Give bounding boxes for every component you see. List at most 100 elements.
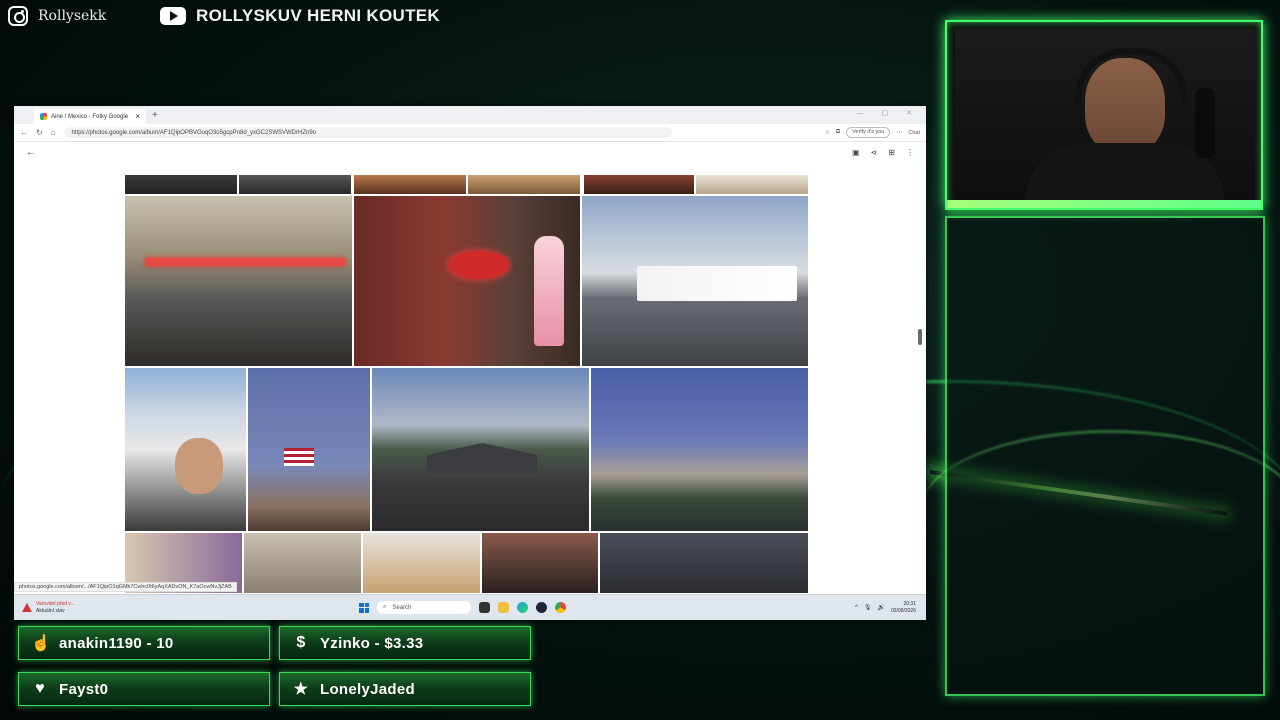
chat-button[interactable]: Chat xyxy=(908,130,920,136)
clock-date: 02/08/2026 xyxy=(890,607,916,614)
dollar-icon: $ xyxy=(296,634,306,651)
alert-text: Fayst0 xyxy=(59,680,109,698)
webcam-video xyxy=(955,28,1255,200)
menu-dots-icon[interactable]: ⋯ xyxy=(896,129,902,136)
reload-icon[interactable]: ↻ xyxy=(36,128,43,137)
browser-window: Aine / Mexico - Fotky Google × + — ▢ ✕ ←… xyxy=(14,106,926,620)
photo-thumb[interactable] xyxy=(363,533,480,593)
photo-thumb[interactable] xyxy=(482,533,598,593)
photo-thumb[interactable] xyxy=(600,533,808,593)
instagram-handle: Rollysekk xyxy=(38,8,107,24)
neon-sign xyxy=(145,258,345,266)
scrollbar-thumb[interactable] xyxy=(918,329,922,345)
alert-text: anakin1190 - 10 xyxy=(59,634,174,652)
file-explorer-icon[interactable] xyxy=(498,602,509,613)
warning-icon xyxy=(22,603,32,612)
search-placeholder: Search xyxy=(392,604,412,611)
taskbar-apps: ⌕ Search xyxy=(359,601,566,614)
star-icon: ★ xyxy=(293,681,309,698)
webcam-bottom-bar xyxy=(947,200,1261,208)
close-tab-icon[interactable]: × xyxy=(135,112,140,121)
photos-toolbar-actions: ▣ ⋖ ⊞ ⋮ xyxy=(852,148,914,157)
instagram-icon xyxy=(8,6,28,26)
alert-badge-top-bits: ☝ anakin1190 - 10 xyxy=(18,626,270,660)
windows-start-icon[interactable] xyxy=(359,602,369,613)
clock-time: 20:31 xyxy=(903,600,916,607)
home-icon[interactable]: ⌂ xyxy=(51,128,56,137)
alert-text: Yzinko - $3.33 xyxy=(320,634,424,652)
photo-thumb[interactable] xyxy=(244,533,361,593)
photo-thumb-diner-counter[interactable] xyxy=(125,196,352,366)
google-photos-icon xyxy=(40,113,47,120)
taskbar-search[interactable]: ⌕ Search xyxy=(377,601,471,614)
search-icon: ⌕ xyxy=(383,604,387,610)
volume-icon[interactable]: 🔊 xyxy=(877,604,884,611)
alert-text: LonelyJaded xyxy=(320,680,415,698)
status-link: photos.google.com/album/.../AF1QipO1qGMk… xyxy=(14,582,237,592)
warning-title: Varování před v... xyxy=(36,600,75,607)
address-bar-row: ← ↻ ⌂ https://photos.google.com/album/AF… xyxy=(14,124,926,142)
photo-thumb-diner-sign[interactable] xyxy=(354,196,580,366)
youtube-icon xyxy=(160,7,186,25)
microphone xyxy=(1195,88,1215,158)
window-controls[interactable]: — ▢ ✕ xyxy=(857,109,920,117)
milkshake-art xyxy=(534,236,564,346)
tab-title: Aine / Mexico - Fotky Google xyxy=(51,113,129,120)
back-icon[interactable]: ← xyxy=(26,147,36,158)
photo-thumb-selfie[interactable] xyxy=(125,368,246,531)
neon-oval xyxy=(449,251,509,279)
warning-text: Varování před v... Aktuální stav xyxy=(36,601,75,615)
scrollbar[interactable] xyxy=(918,171,922,591)
photo-thumb[interactable] xyxy=(354,175,466,194)
photo-thumb[interactable] xyxy=(584,175,694,194)
edge-icon[interactable] xyxy=(517,602,528,613)
alert-badge-latest-sub: ★ LonelyJaded xyxy=(279,672,531,706)
windows-taskbar: Varování před v... Aktuální stav ⌕ Searc… xyxy=(14,594,926,620)
verify-button[interactable]: Verify it's you xyxy=(846,127,891,138)
photo-thumb[interactable] xyxy=(468,175,580,194)
photo-thumb-trucks[interactable] xyxy=(582,196,808,366)
alert-badge-latest-follower: ♥ Fayst0 xyxy=(18,672,270,706)
cybertruck xyxy=(427,443,537,473)
tray-chevron-icon[interactable]: ^ xyxy=(855,605,858,611)
photo-grid xyxy=(14,163,926,593)
webcam-frame xyxy=(945,20,1263,210)
youtube-overlay: ROLLYSKUV HERNI KOUTEK xyxy=(160,4,440,28)
flag xyxy=(284,448,314,466)
photo-thumb-flag[interactable] xyxy=(248,368,370,531)
weather-warning-widget[interactable]: Varování před v... Aktuální stav xyxy=(22,601,75,615)
photo-thumb-dusk-parking[interactable] xyxy=(591,368,808,531)
add-to-album-icon[interactable]: ⊞ xyxy=(888,148,895,157)
photo-thumb[interactable] xyxy=(696,175,808,194)
bag-icon[interactable]: ▣ xyxy=(852,148,860,157)
tab-bar: Aine / Mexico - Fotky Google × + — ▢ ✕ xyxy=(14,106,926,124)
mic-icon[interactable]: 🎙 xyxy=(864,604,872,611)
selfie-face xyxy=(175,438,223,494)
truck-row xyxy=(637,266,797,301)
new-tab-icon[interactable]: + xyxy=(152,110,158,121)
task-view-icon[interactable] xyxy=(479,602,490,613)
photo-thumb[interactable] xyxy=(239,175,351,194)
headphones xyxy=(1075,48,1187,104)
warning-sub: Aktuální stav xyxy=(36,607,65,614)
more-options-icon[interactable]: ⋮ xyxy=(906,148,914,157)
heart-icon: ♥ xyxy=(35,680,45,697)
photos-toolbar: ← ▣ ⋖ ⊞ ⋮ xyxy=(14,142,926,164)
alert-badge-top-donation: $ Yzinko - $3.33 xyxy=(279,626,531,660)
tab-google-photos[interactable]: Aine / Mexico - Fotky Google × xyxy=(34,109,146,124)
clock[interactable]: 20:31 02/08/2026 xyxy=(891,601,916,615)
star-bookmark-icon[interactable]: ☆ xyxy=(824,129,829,136)
back-arrow-icon[interactable]: ← xyxy=(20,128,28,137)
url-field[interactable]: https://photos.google.com/album/AF1QipOP… xyxy=(63,127,672,138)
system-tray: ^ 🎙 🔊 20:31 02/08/2026 xyxy=(855,601,916,615)
hand-icon: ☝ xyxy=(31,635,52,652)
chrome-icon[interactable] xyxy=(555,602,566,613)
url-text: https://photos.google.com/album/AF1QipOP… xyxy=(71,129,316,136)
share-icon[interactable]: ⋖ xyxy=(871,148,878,157)
photo-thumb-cybertruck[interactable] xyxy=(372,368,589,531)
extensions-icon[interactable]: ⧉ xyxy=(836,129,840,136)
stream-title: ROLLYSKUV HERNI KOUTEK xyxy=(196,6,440,25)
photo-thumb[interactable] xyxy=(125,175,237,194)
chat-panel xyxy=(945,216,1265,696)
steam-icon[interactable] xyxy=(536,602,547,613)
